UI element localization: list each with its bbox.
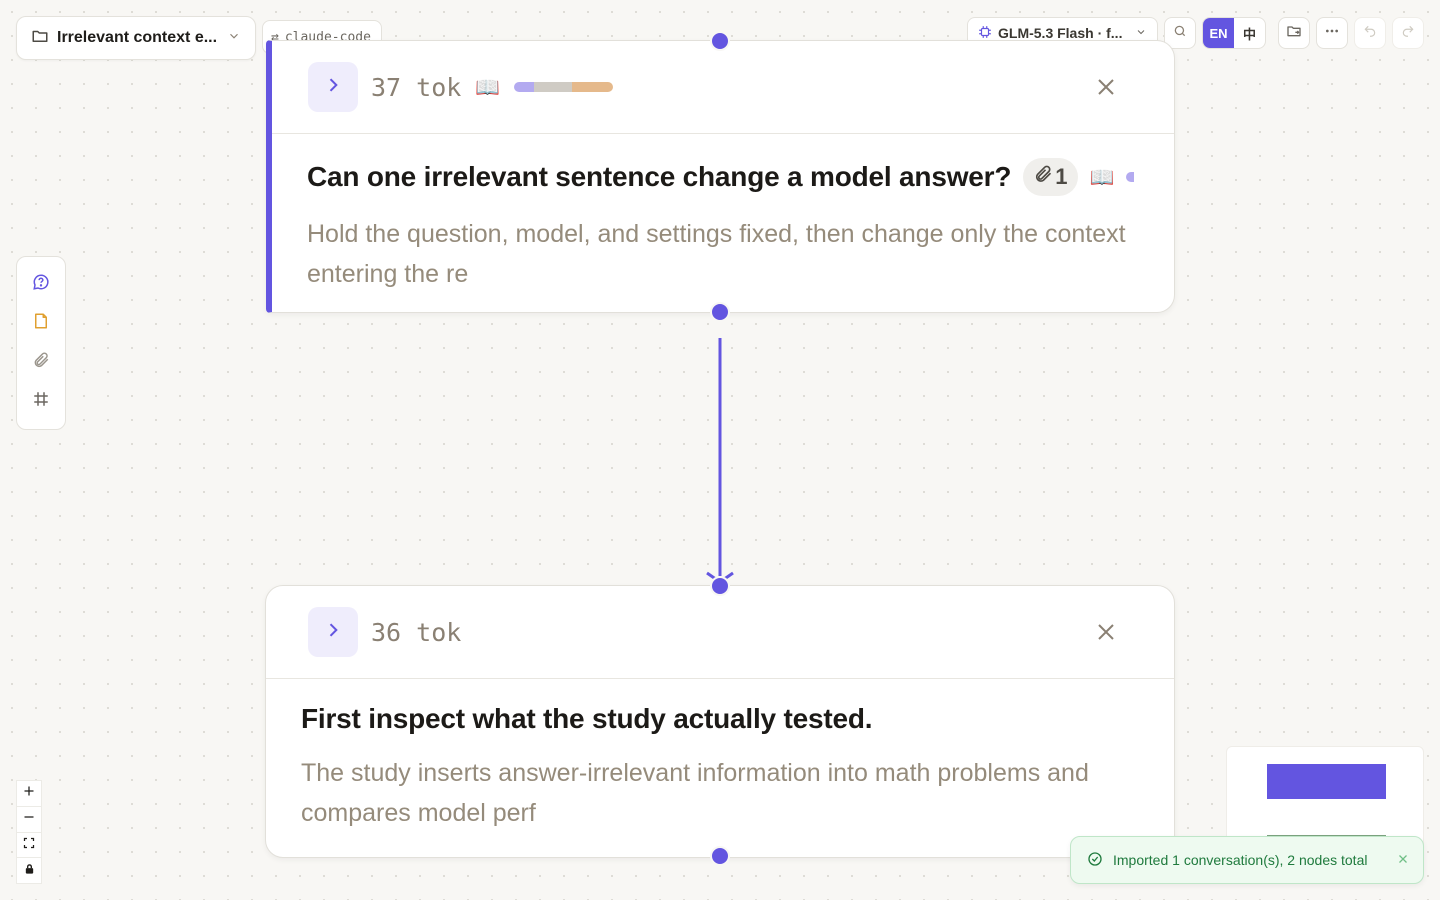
chevron-right-icon bbox=[323, 620, 343, 645]
token-count: 37 tok bbox=[371, 72, 462, 102]
node-input-port[interactable] bbox=[710, 31, 730, 51]
close-node-button[interactable] bbox=[1094, 75, 1118, 99]
zoom-controls bbox=[16, 780, 42, 884]
expand-node-button[interactable] bbox=[308, 607, 358, 657]
language-toggle[interactable]: EN 中 bbox=[1202, 17, 1266, 49]
node-edge bbox=[706, 338, 734, 584]
note-icon bbox=[32, 312, 50, 335]
context-usage-bar bbox=[514, 82, 614, 92]
chip-icon bbox=[978, 25, 992, 42]
search-icon bbox=[1173, 24, 1187, 43]
zoom-in-button[interactable] bbox=[17, 781, 41, 807]
node-title: First inspect what the study actually te… bbox=[301, 703, 873, 734]
close-node-button[interactable] bbox=[1094, 620, 1118, 644]
toast-message: Imported 1 conversation(s), 2 nodes tota… bbox=[1113, 852, 1368, 868]
chevron-down-icon bbox=[227, 29, 241, 48]
node-body: Can one irrelevant sentence change a mod… bbox=[272, 134, 1174, 294]
node-input-port[interactable] bbox=[710, 576, 730, 596]
plus-icon bbox=[23, 784, 35, 802]
chat-tool-button[interactable] bbox=[25, 269, 57, 301]
node-output-port[interactable] bbox=[710, 846, 730, 866]
lang-en-button[interactable]: EN bbox=[1203, 18, 1234, 48]
expand-node-button[interactable] bbox=[308, 62, 358, 112]
zoom-out-button[interactable] bbox=[17, 807, 41, 833]
context-segment-history bbox=[534, 82, 572, 92]
redo-button[interactable] bbox=[1392, 17, 1424, 49]
chevron-right-icon bbox=[323, 75, 343, 100]
undo-icon bbox=[1363, 24, 1377, 43]
import-folder-button[interactable] bbox=[1278, 17, 1310, 49]
more-icon bbox=[1324, 23, 1340, 44]
book-icon: 📖 bbox=[1089, 166, 1115, 189]
paperclip-icon bbox=[32, 351, 50, 374]
book-icon: 📖 bbox=[475, 76, 501, 99]
node-body: First inspect what the study actually te… bbox=[266, 679, 1174, 833]
attachment-badge[interactable]: 1 bbox=[1023, 158, 1078, 196]
node-title-row: Can one irrelevant sentence change a mod… bbox=[307, 158, 1138, 196]
context-segment-response bbox=[571, 82, 614, 92]
node-output-port[interactable] bbox=[710, 302, 730, 322]
left-tool-rail bbox=[16, 256, 66, 430]
attachment-count: 1 bbox=[1055, 164, 1068, 189]
folder-icon bbox=[31, 27, 49, 50]
token-count: 36 tok bbox=[371, 617, 462, 647]
chat-question-icon bbox=[32, 273, 50, 296]
node-header: 36 tok bbox=[266, 586, 1174, 679]
conversation-node[interactable]: 36 tok First inspect what the study actu… bbox=[265, 585, 1175, 858]
fit-view-button[interactable] bbox=[17, 833, 41, 859]
close-toast-button[interactable] bbox=[1397, 852, 1409, 868]
node-title-row: First inspect what the study actually te… bbox=[301, 703, 1138, 735]
project-selector[interactable]: Irrelevant context e... bbox=[16, 16, 256, 60]
minus-icon bbox=[23, 810, 35, 828]
lang-zh-button[interactable]: 中 bbox=[1234, 18, 1265, 48]
project-title: Irrelevant context e... bbox=[57, 29, 218, 46]
more-button[interactable] bbox=[1316, 17, 1348, 49]
folder-sync-icon bbox=[1286, 23, 1302, 44]
note-tool-button[interactable] bbox=[25, 308, 57, 340]
frame-icon bbox=[32, 390, 50, 413]
node-title: Can one irrelevant sentence change a mod… bbox=[307, 161, 1012, 192]
context-mini-indicator bbox=[1126, 172, 1135, 182]
paperclip-icon bbox=[1033, 164, 1053, 190]
fit-view-icon bbox=[23, 836, 35, 854]
model-label: GLM-5.3 Flash · f... bbox=[998, 25, 1123, 41]
minimap-node bbox=[1267, 764, 1386, 799]
conversation-node[interactable]: 37 tok 📖 Can one irrelevant sentence cha… bbox=[266, 40, 1175, 313]
node-header: 37 tok 📖 bbox=[272, 41, 1174, 134]
lock-button[interactable] bbox=[17, 858, 41, 883]
context-segment-prompt bbox=[514, 82, 535, 92]
check-circle-icon bbox=[1087, 851, 1103, 870]
node-snippet: Hold the question, model, and settings f… bbox=[307, 220, 1126, 288]
frame-tool-button[interactable] bbox=[25, 386, 57, 418]
attachment-tool-button[interactable] bbox=[25, 347, 57, 379]
undo-button[interactable] bbox=[1354, 17, 1386, 49]
chevron-down-icon bbox=[1135, 25, 1147, 41]
node-snippet: The study inserts answer-irrelevant info… bbox=[301, 759, 1089, 827]
redo-icon bbox=[1401, 24, 1415, 43]
import-toast: Imported 1 conversation(s), 2 nodes tota… bbox=[1070, 836, 1424, 884]
lock-icon bbox=[24, 862, 35, 880]
